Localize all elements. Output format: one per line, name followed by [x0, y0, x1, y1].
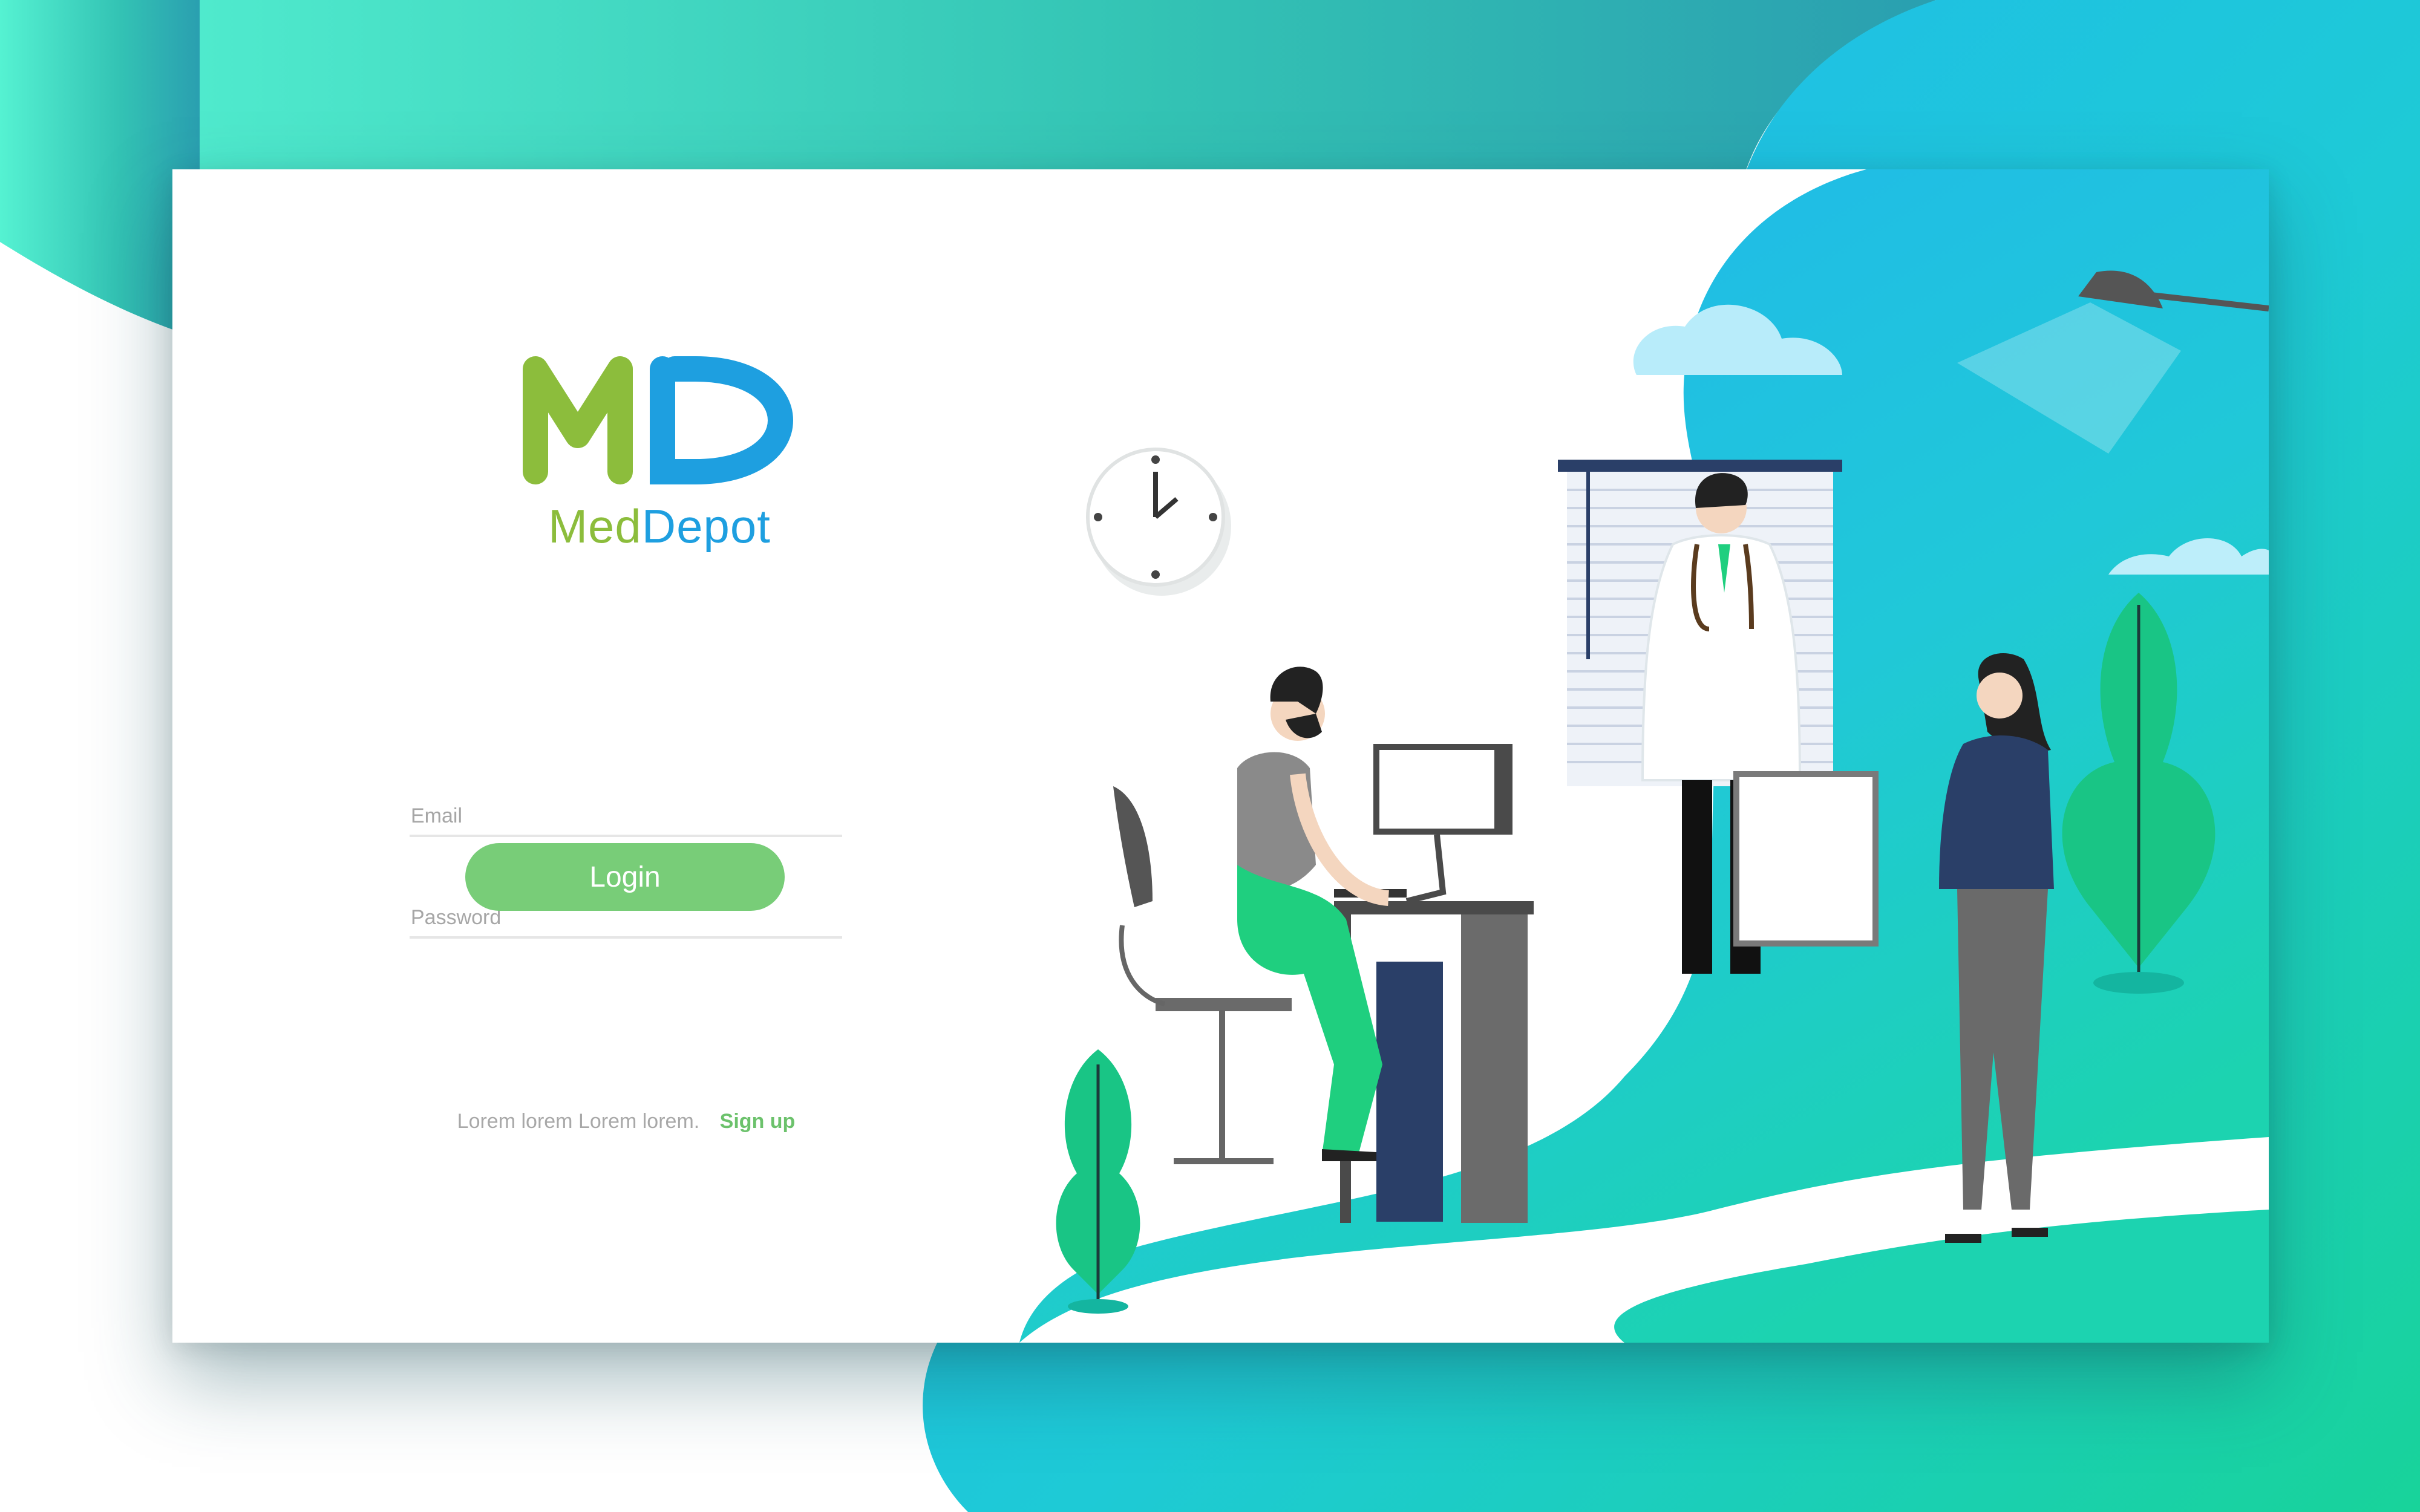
wall-clock-icon	[1086, 448, 1231, 596]
login-button[interactable]: Login	[465, 843, 785, 911]
computer-monitor-icon	[1334, 744, 1512, 904]
meddepot-logo: MedDepot	[502, 345, 817, 553]
email-input[interactable]	[410, 804, 845, 829]
signup-prompt: Lorem lorem Lorem lorem.	[457, 1110, 700, 1133]
brand-name-part1: Med	[548, 500, 642, 553]
brand-name-part2: Depot	[641, 500, 771, 553]
login-card: MedDepot Login Lorem lorem Lorem lorem. …	[172, 169, 2269, 1343]
medical-office-illustration	[1019, 169, 2269, 1343]
md-monogram-icon	[523, 356, 794, 484]
signup-link[interactable]: Sign up	[720, 1110, 796, 1133]
signup-row: Lorem lorem Lorem lorem. Sign up	[439, 1110, 814, 1133]
brand-name: MedDepot	[502, 499, 817, 554]
email-field-container	[410, 774, 845, 837]
